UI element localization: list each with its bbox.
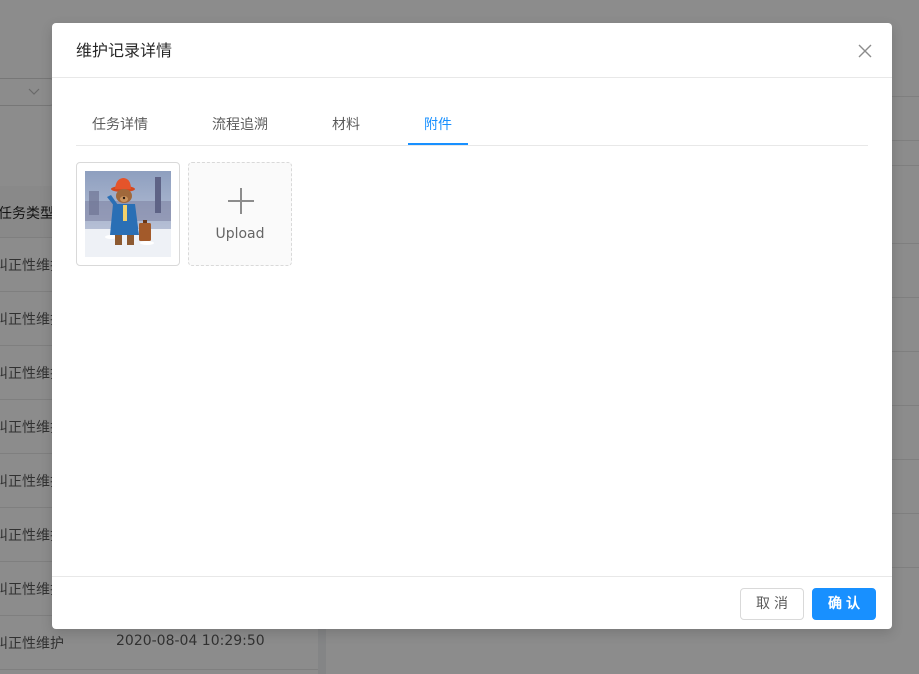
modal-header: 维护记录详情 (52, 23, 892, 78)
maintenance-record-modal: 维护记录详情 任务详情 流程追溯 材料 附件 Upload 取消 确认 (52, 23, 892, 629)
cancel-button[interactable]: 取消 (740, 588, 804, 620)
tab-process-trace[interactable]: 流程追溯 (212, 107, 268, 146)
close-button[interactable] (854, 40, 876, 62)
tab-task-details[interactable]: 任务详情 (92, 107, 148, 146)
confirm-button[interactable]: 确认 (812, 588, 876, 620)
tab-attachments[interactable]: 附件 (424, 107, 452, 146)
tab-materials[interactable]: 材料 (332, 107, 360, 146)
upload-label: Upload (215, 226, 265, 242)
close-icon (858, 44, 872, 58)
active-tab-indicator (408, 143, 468, 145)
modal-footer: 取消 确认 (52, 576, 892, 629)
bear-image (85, 171, 171, 257)
upload-button[interactable]: Upload (188, 162, 292, 266)
plus-icon (228, 188, 254, 214)
attachment-thumbnail[interactable] (76, 162, 180, 266)
tab-bar: 任务详情 流程追溯 材料 附件 (76, 107, 868, 146)
modal-title: 维护记录详情 (76, 41, 173, 60)
